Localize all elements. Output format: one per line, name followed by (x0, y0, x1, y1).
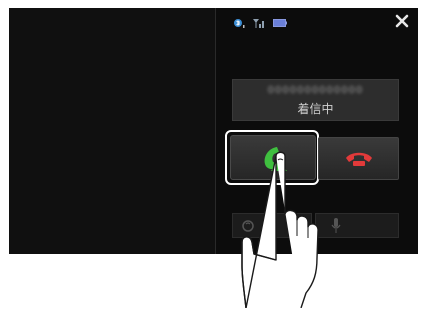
microphone-icon (330, 217, 342, 238)
close-button[interactable] (392, 12, 412, 32)
bluetooth-icon (233, 17, 245, 29)
mute-microphone-button[interactable] (315, 213, 399, 238)
phone-answer-icon (259, 144, 289, 176)
handsfree-icon (241, 218, 255, 238)
pane-divider (215, 8, 216, 254)
caller-info-panel: 0000000000000 着信中 (232, 79, 399, 121)
decline-call-button[interactable] (318, 137, 399, 180)
battery-icon (273, 19, 287, 27)
left-pane (9, 8, 215, 254)
close-icon (395, 13, 409, 32)
signal-icon (252, 18, 266, 28)
answer-call-button[interactable] (230, 135, 316, 180)
caller-number: 0000000000000 (267, 85, 364, 96)
call-status: 着信中 (297, 102, 334, 116)
handsfree-button[interactable] (232, 213, 312, 238)
phone-decline-icon (345, 150, 373, 172)
status-bar (233, 15, 287, 31)
